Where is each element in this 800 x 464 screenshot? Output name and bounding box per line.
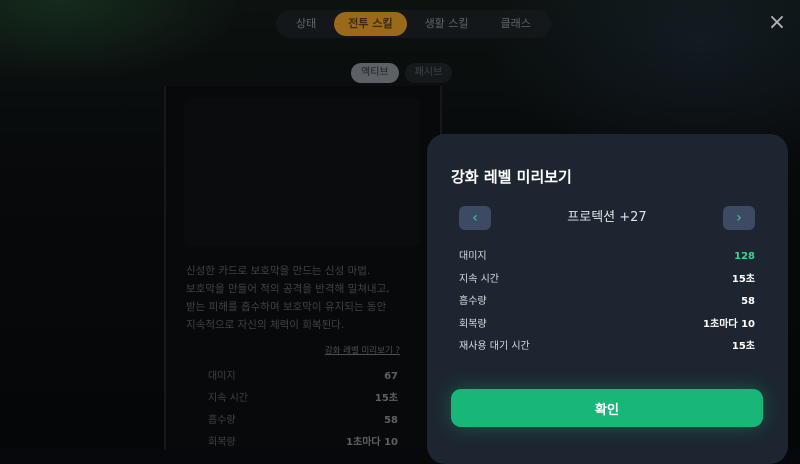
modal-stat-row: 지속 시간 15초	[459, 269, 755, 292]
stat-row: 흡수량 58	[208, 410, 398, 432]
chevron-left-icon: ‹	[472, 210, 478, 226]
stat-label: 흡수량	[459, 296, 487, 307]
stat-label: 회복량	[208, 437, 236, 448]
skill-description: 신성한 카드로 보호막을 만드는 신성 마법. 보호막을 만들어 적의 공격을 …	[186, 265, 390, 331]
tab-active[interactable]: 액티브	[351, 63, 399, 83]
prev-level-button[interactable]: ‹	[459, 206, 491, 230]
stat-row: 회복량 1초마다 10	[208, 432, 398, 454]
stat-label: 대미지	[208, 371, 236, 382]
modal-stat-row: 회복량 1초마다 10	[459, 314, 755, 337]
stat-label: 지속 시간	[459, 273, 499, 285]
modal-stat-row: 재사용 대기 시간 15초	[459, 336, 755, 359]
stat-value: 58	[384, 415, 398, 426]
stat-label: 흡수량	[208, 415, 236, 426]
stat-row: 대미지 67	[208, 366, 398, 388]
stat-value: 1초마다 10	[703, 318, 755, 330]
stat-label: 대미지	[459, 251, 487, 262]
stat-value: 128	[734, 251, 755, 262]
level-name: 프로텍션 +27	[567, 210, 647, 225]
tab-class[interactable]: 클래스	[487, 12, 545, 36]
skill-stats: 대미지 67 지속 시간 15초 흡수량 58 회복량 1초마다 10	[208, 366, 398, 454]
stat-value: 15초	[731, 273, 755, 285]
modal-stat-row: 대미지 128	[459, 246, 755, 269]
stat-value: 1초마다 10	[346, 437, 398, 448]
modal-stats: 대미지 128 지속 시간 15초 흡수량 58 회복량 1초마다 10 재사용…	[459, 246, 755, 359]
stat-value: 67	[384, 371, 398, 382]
close-icon[interactable]: ×	[766, 12, 788, 34]
skill-detail-card: 신성한 카드로 보호막을 만드는 신성 마법. 보호막을 만들어 적의 공격을 …	[164, 86, 442, 449]
stat-value: 58	[741, 296, 755, 307]
stat-label: 재사용 대기 시간	[459, 341, 530, 352]
next-level-button[interactable]: ›	[723, 206, 755, 230]
tab-combat-skill[interactable]: 전투 스킬	[334, 12, 407, 36]
stat-value: 15초	[731, 341, 755, 352]
tab-life-skill[interactable]: 생활 스킬	[411, 12, 483, 36]
stat-value: 15초	[374, 393, 398, 404]
chevron-right-icon: ›	[736, 210, 742, 226]
modal-title: 강화 레벨 미리보기	[451, 168, 572, 186]
enhance-preview-link[interactable]: 강화 레벨 미리보기 ?	[325, 344, 400, 356]
stat-label: 회복량	[459, 318, 487, 330]
modal-stat-row: 흡수량 58	[459, 291, 755, 314]
confirm-button[interactable]: 확인	[451, 389, 763, 427]
stat-label: 지속 시간	[208, 393, 248, 404]
stat-row: 지속 시간 15초	[208, 388, 398, 410]
level-selector: 프로텍션 +27 ‹ ›	[459, 206, 755, 230]
tab-passive[interactable]: 패시브	[404, 63, 453, 83]
enhance-preview-modal: 강화 레벨 미리보기 프로텍션 +27 ‹ › 대미지 128 지속 시간 15…	[427, 134, 788, 464]
tab-status[interactable]: 상태	[282, 12, 330, 36]
skill-image	[184, 98, 420, 246]
sub-tab-bar: 액티브 패시브	[351, 63, 453, 83]
top-tab-bar: 상태 전투 스킬 생활 스킬 클래스	[276, 10, 551, 38]
